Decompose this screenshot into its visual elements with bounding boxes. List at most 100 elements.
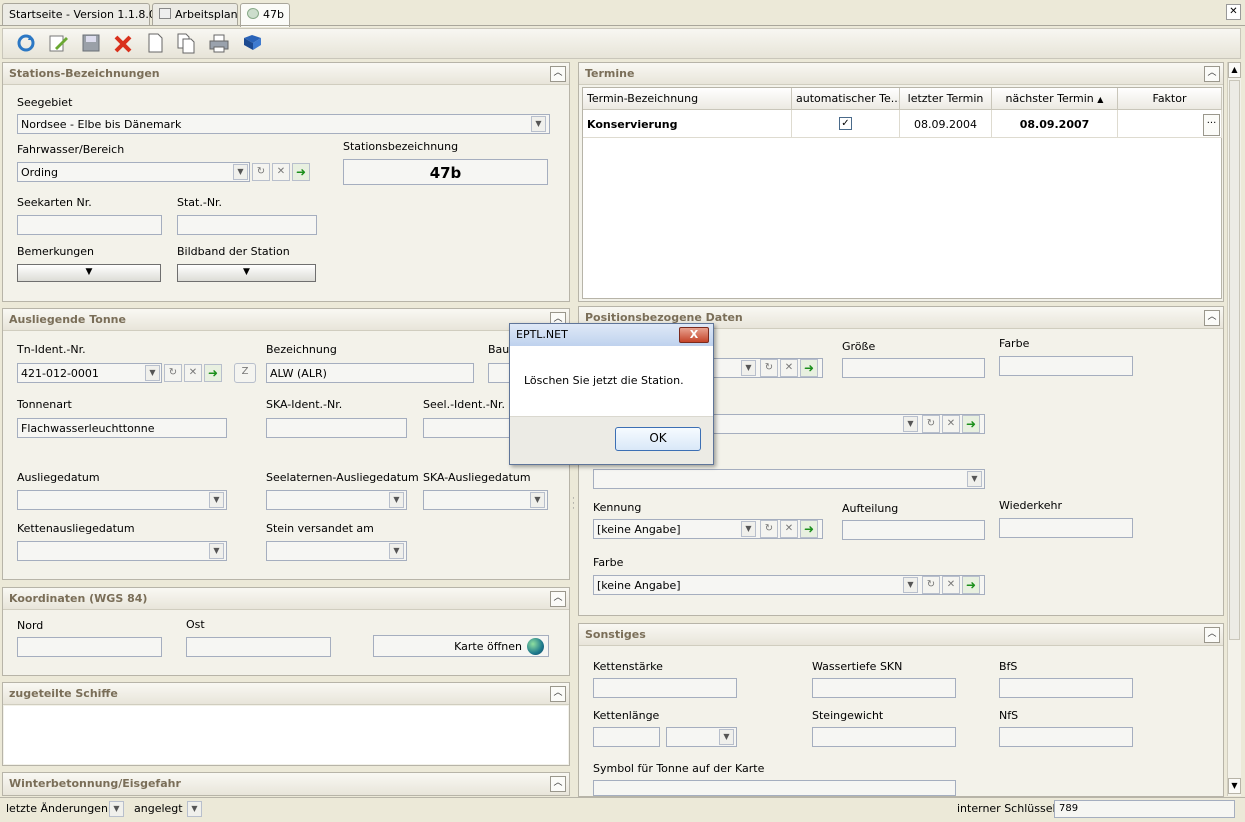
vertical-scrollbar[interactable]: ▲ ▼ bbox=[1227, 62, 1241, 796]
aufteilung-field[interactable] bbox=[842, 520, 985, 540]
chevron-down-icon[interactable]: ▼ bbox=[967, 471, 982, 487]
checkbox[interactable]: ✓ bbox=[839, 117, 852, 130]
arrow-right-icon[interactable]: ➜ bbox=[800, 359, 818, 377]
refresh-icon[interactable]: ↻ bbox=[164, 364, 182, 382]
clear-icon[interactable]: ✕ bbox=[942, 576, 960, 594]
collapse-button[interactable]: ︿ bbox=[1204, 627, 1220, 643]
chevron-down-icon[interactable]: ▼ bbox=[187, 801, 202, 817]
chevron-down-icon[interactable]: ▼ bbox=[209, 492, 224, 508]
scroll-up-button[interactable]: ▲ bbox=[1228, 62, 1241, 78]
more-button[interactable]: ··· bbox=[1203, 114, 1220, 136]
symbol-field[interactable] bbox=[593, 780, 956, 796]
clear-icon[interactable]: ✕ bbox=[272, 163, 290, 181]
chevron-down-icon[interactable]: ▼ bbox=[233, 164, 248, 180]
splitter-handle[interactable]: · · · bbox=[572, 495, 576, 514]
scroll-thumb[interactable] bbox=[1229, 80, 1240, 640]
delete-icon[interactable] bbox=[112, 32, 134, 54]
chevron-down-icon[interactable]: ▼ bbox=[719, 729, 734, 745]
dialog-close-button[interactable]: X bbox=[679, 327, 709, 343]
arrow-right-icon[interactable]: ➜ bbox=[962, 576, 980, 594]
clear-icon[interactable]: ✕ bbox=[780, 359, 798, 377]
chevron-down-icon[interactable]: ▼ bbox=[530, 492, 545, 508]
new-document-icon[interactable] bbox=[144, 32, 166, 54]
collapse-button[interactable]: ︿ bbox=[1204, 66, 1220, 82]
chevron-down-icon[interactable]: ▼ bbox=[903, 577, 918, 593]
kettenlaenge-field[interactable] bbox=[593, 727, 660, 747]
arrow-right-icon[interactable]: ➜ bbox=[292, 163, 310, 181]
cell-auto[interactable]: ✓ bbox=[792, 110, 900, 138]
kettenstaerke-field[interactable] bbox=[593, 678, 737, 698]
window-close-button[interactable]: ✕ bbox=[1226, 4, 1241, 20]
farbe-field[interactable] bbox=[999, 356, 1133, 376]
nfs-field[interactable] bbox=[999, 727, 1133, 747]
collapse-button[interactable]: ︿ bbox=[550, 591, 566, 607]
chevron-down-icon[interactable]: ▼ bbox=[389, 492, 404, 508]
tab-47b[interactable]: 47b bbox=[240, 3, 290, 27]
seegebiet-select[interactable]: Nordsee - Elbe bis Dänemark bbox=[17, 114, 550, 134]
refresh-icon[interactable]: ↻ bbox=[760, 520, 778, 538]
z-button[interactable]: Z bbox=[234, 363, 256, 383]
chevron-down-icon[interactable]: ▼ bbox=[209, 543, 224, 559]
seelaternen-picker[interactable] bbox=[266, 490, 407, 510]
clear-icon[interactable]: ✕ bbox=[184, 364, 202, 382]
tab-arbeitsplan[interactable]: Arbeitsplan bbox=[152, 3, 238, 25]
arrow-right-icon[interactable]: ➜ bbox=[800, 520, 818, 538]
seekarten-field[interactable] bbox=[17, 215, 162, 235]
collapse-button[interactable]: ︿ bbox=[550, 66, 566, 82]
refresh-icon[interactable]: ↻ bbox=[922, 415, 940, 433]
ska-ident-field[interactable] bbox=[266, 418, 407, 438]
karte-oeffnen-button[interactable]: Karte öffnen bbox=[373, 635, 549, 657]
ausliegedatum-picker[interactable] bbox=[17, 490, 227, 510]
chevron-down-icon[interactable]: ▼ bbox=[145, 365, 160, 381]
chevron-down-icon[interactable]: ▼ bbox=[903, 416, 918, 432]
tn-select[interactable]: 421-012-0001 bbox=[17, 363, 162, 383]
collapse-button[interactable]: ︿ bbox=[550, 776, 566, 792]
steingewicht-field[interactable] bbox=[812, 727, 956, 747]
cell-letzter[interactable]: 08.09.2004 bbox=[900, 110, 992, 138]
bezeichnung-field[interactable]: ALW (ALR) bbox=[266, 363, 474, 383]
wassertiefe-field[interactable] bbox=[812, 678, 956, 698]
chevron-down-icon[interactable]: ▼ bbox=[531, 116, 546, 132]
fahrwasser-select[interactable]: Ording bbox=[17, 162, 250, 182]
chevron-down-icon[interactable]: ▼ bbox=[741, 360, 756, 376]
cell-naechster[interactable]: 08.09.2007 bbox=[992, 110, 1118, 138]
chevron-down-icon[interactable]: ▼ bbox=[109, 801, 124, 817]
refresh-icon[interactable]: ↻ bbox=[760, 359, 778, 377]
column-header[interactable]: nächster Termin ▲ bbox=[992, 88, 1118, 110]
book-icon[interactable] bbox=[241, 32, 263, 54]
groesse-field[interactable] bbox=[842, 358, 985, 378]
stationsbez-field[interactable]: 47b bbox=[343, 159, 548, 185]
arrow-right-icon[interactable]: ➜ bbox=[962, 415, 980, 433]
seel-ident-field[interactable] bbox=[423, 418, 511, 438]
collapse-button[interactable]: ︿ bbox=[550, 686, 566, 702]
save-icon[interactable] bbox=[80, 32, 102, 54]
globe-icon[interactable] bbox=[527, 638, 544, 655]
ok-button[interactable]: OK bbox=[615, 427, 701, 451]
stein-picker[interactable] bbox=[266, 541, 407, 561]
chevron-down-icon[interactable]: ▼ bbox=[741, 521, 756, 537]
chevron-down-icon[interactable]: ▼ bbox=[389, 543, 404, 559]
column-header[interactable]: letzter Termin bbox=[900, 88, 992, 110]
schluessel-field[interactable]: 789 bbox=[1054, 800, 1235, 818]
ost-field[interactable] bbox=[186, 637, 331, 657]
print-icon[interactable] bbox=[208, 32, 230, 54]
nord-field[interactable] bbox=[17, 637, 162, 657]
refresh-icon[interactable] bbox=[15, 32, 37, 54]
bemerkungen-button[interactable]: ▼ bbox=[17, 264, 161, 282]
stat-field[interactable] bbox=[177, 215, 317, 235]
bfs-field[interactable] bbox=[999, 678, 1133, 698]
clear-icon[interactable]: ✕ bbox=[942, 415, 960, 433]
clear-icon[interactable]: ✕ bbox=[780, 520, 798, 538]
arrow-right-icon[interactable]: ➜ bbox=[204, 364, 222, 382]
copy-document-icon[interactable] bbox=[175, 32, 197, 54]
column-header[interactable]: Termin-Bezeichnung bbox=[583, 88, 792, 110]
cell-bezeichnung[interactable]: Konservierung bbox=[583, 110, 792, 138]
tonnenart-field[interactable]: Flachwasserleuchttonne bbox=[17, 418, 227, 438]
scroll-down-button[interactable]: ▼ bbox=[1228, 778, 1241, 794]
refresh-icon[interactable]: ↻ bbox=[922, 576, 940, 594]
bildband-button[interactable]: ▼ bbox=[177, 264, 316, 282]
column-header[interactable]: Faktor bbox=[1118, 88, 1222, 110]
tab-startseite[interactable]: Startseite - Version 1.1.8.0 bbox=[2, 3, 156, 25]
ketten-picker[interactable] bbox=[17, 541, 227, 561]
wiederkehr-field[interactable] bbox=[999, 518, 1133, 538]
